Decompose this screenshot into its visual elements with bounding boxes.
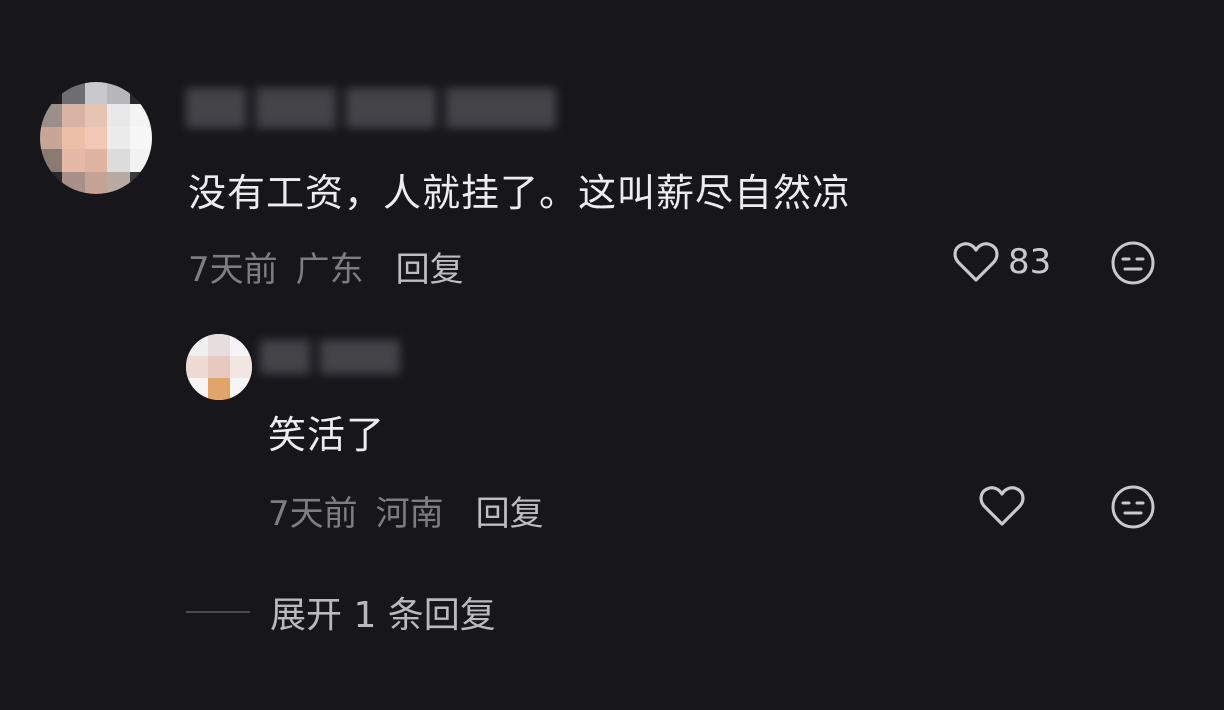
comment-time: 7天前 (188, 250, 278, 290)
reply-button[interactable]: 回复 (396, 242, 464, 291)
comment-meta: 7天前 广东 回复 (188, 242, 464, 291)
avatar-mosaic (40, 82, 152, 194)
replier-avatar[interactable] (186, 334, 252, 400)
comment-location: 广东 (295, 250, 364, 290)
emoji-reaction-button[interactable] (1110, 240, 1156, 290)
reply-text: 笑活了 (268, 413, 386, 457)
expand-replies-label: 展开 1 条回复 (270, 595, 496, 636)
replier-username[interactable] (260, 340, 400, 374)
expand-replies-button[interactable]: 展开 1 条回复 (186, 586, 496, 638)
like-button[interactable]: 83 (952, 240, 1051, 284)
reply-like-button[interactable] (978, 484, 1026, 528)
reply-location: 河南 (375, 494, 444, 534)
reply-to-reply-button[interactable]: 回复 (476, 486, 544, 535)
neutral-face-icon (1111, 485, 1155, 529)
reply-emoji-reaction-button[interactable] (1110, 484, 1156, 534)
heart-outline-icon (953, 242, 999, 282)
neutral-face-icon (1111, 241, 1155, 285)
avatar-mosaic (186, 334, 252, 400)
commenter-avatar[interactable] (40, 82, 152, 194)
expand-divider (186, 611, 250, 613)
comment-text: 没有工资，人就挂了。这叫薪尽自然凉 (188, 171, 852, 215)
reply-time: 7天前 (268, 494, 358, 534)
reply-meta: 7天前 河南 回复 (268, 486, 544, 535)
heart-outline-icon (979, 486, 1025, 526)
commenter-username[interactable] (186, 88, 556, 128)
comment-thread: 没有工资，人就挂了。这叫薪尽自然凉 7天前 广东 回复 83 笑活了 7天前 河… (0, 0, 1224, 710)
like-count: 83 (1008, 242, 1052, 282)
